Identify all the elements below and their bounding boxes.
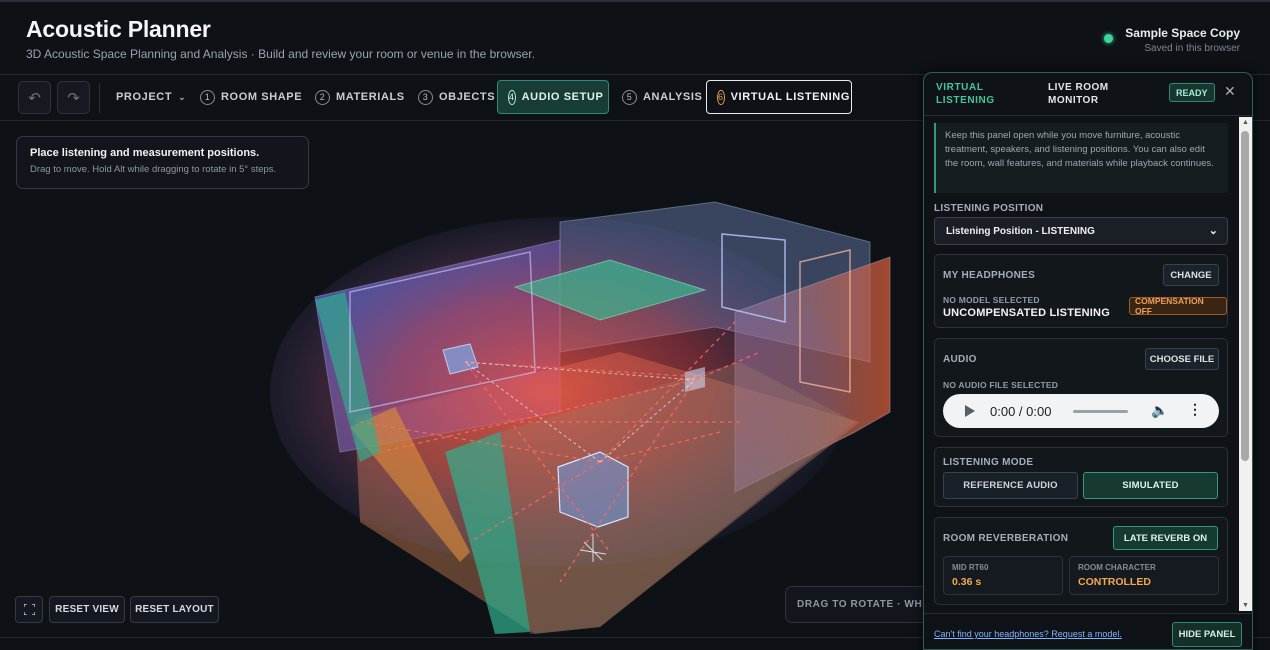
listening-position-label: LISTENING POSITION (934, 203, 1044, 214)
app-subtitle: 3D Acoustic Space Planning and Analysis … (26, 47, 535, 61)
tab-label: AUDIO SETUP (521, 91, 604, 103)
rotate-hint: DRAG TO ROTATE · WHEE (785, 586, 935, 623)
tab-label: ANALYSIS (643, 91, 703, 103)
app-title: Acoustic Planner (26, 16, 211, 42)
scrollbar-thumb[interactable] (1241, 131, 1249, 461)
tab-virtual-listening[interactable]: 6 VIRTUAL LISTENING (706, 80, 852, 114)
step-number: 3 (418, 89, 433, 105)
play-icon[interactable] (965, 405, 975, 417)
tab-label: VIRTUAL LISTENING (730, 91, 850, 103)
listening-position-value: Listening Position - LISTENING (946, 225, 1095, 237)
step-number: 1 (200, 89, 215, 105)
scroll-down-icon[interactable]: ▼ (1242, 602, 1249, 609)
tab-materials[interactable]: 2 MATERIALS (305, 80, 415, 114)
tab-label: MATERIALS (336, 91, 405, 103)
reference-audio-button[interactable]: REFERENCE AUDIO (943, 472, 1078, 499)
panel-scrollbar[interactable]: ▲ ▼ (1239, 117, 1252, 611)
listening-mode-title: LISTENING MODE (943, 457, 1034, 468)
more-options-icon[interactable]: ⋮ (1188, 401, 1202, 418)
step-number: 6 (717, 89, 725, 105)
change-headphones-button[interactable]: CHANGE (1163, 264, 1219, 286)
project-menu-label: PROJECT (116, 91, 173, 103)
undo-button[interactable]: ↶ (18, 81, 51, 114)
audio-card: AUDIO CHOOSE FILE NO AUDIO FILE SELECTED… (934, 338, 1228, 437)
simulated-button[interactable]: SIMULATED (1083, 472, 1218, 499)
reset-layout-button[interactable]: RESET LAYOUT (130, 596, 219, 623)
app-root: Acoustic Planner 3D Acoustic Space Plann… (0, 0, 1270, 650)
undo-icon: ↶ (28, 89, 41, 107)
tab-audio-setup[interactable]: 4 AUDIO SETUP (497, 80, 609, 114)
playback-time: 0:00 / 0:00 (990, 404, 1052, 419)
tab-label: OBJECTS (439, 91, 496, 103)
tab-analysis[interactable]: 5 ANALYSIS (612, 80, 712, 114)
save-status: Sample Space Copy Saved in this browser (1104, 26, 1240, 54)
chevron-down-icon: ⌄ (1208, 225, 1218, 237)
request-headphone-link[interactable]: Can't find your headphones? Request a mo… (934, 629, 1122, 639)
panel-footer: Can't find your headphones? Request a mo… (924, 613, 1252, 649)
choose-file-button[interactable]: CHOOSE FILE (1145, 348, 1219, 370)
virtual-listening-panel: VIRTUAL LISTENING LIVE ROOM MONITOR READ… (923, 72, 1253, 650)
hide-panel-button[interactable]: HIDE PANEL (1172, 622, 1242, 647)
project-menu[interactable]: PROJECT ⌄ (106, 80, 196, 114)
tab-virtual-listening-panel[interactable]: VIRTUAL LISTENING (936, 81, 1016, 107)
headphone-model-value: UNCOMPENSATED LISTENING (943, 307, 1110, 319)
panel-header: VIRTUAL LISTENING LIVE ROOM MONITOR READ… (924, 73, 1252, 116)
listening-chair (557, 451, 629, 528)
panel-notice: Keep this panel open while you move furn… (934, 123, 1228, 193)
chevron-down-icon: ⌄ (178, 91, 187, 102)
close-icon[interactable]: ✕ (1224, 83, 1236, 100)
reset-view-button[interactable]: RESET VIEW (49, 596, 125, 623)
late-reverb-toggle[interactable]: LATE REVERB ON (1113, 526, 1218, 550)
redo-icon: ↷ (67, 89, 80, 107)
audio-player[interactable]: 0:00 / 0:00 🔈 ⋮ (943, 394, 1219, 428)
tab-label: ROOM SHAPE (221, 91, 303, 103)
step-number: 2 (315, 89, 330, 105)
save-status-text: Saved in this browser (1144, 43, 1240, 54)
hint-title: Place listening and measurement position… (30, 147, 260, 159)
tab-objects[interactable]: 3 OBJECTS (408, 80, 505, 114)
room-character-value: CONTROLLED (1078, 576, 1151, 588)
listening-position-select[interactable]: Listening Position - LISTENING ⌄ (934, 217, 1228, 245)
fullscreen-icon (23, 604, 35, 615)
space-name: Sample Space Copy (1125, 26, 1240, 40)
compensation-badge: COMPENSATION OFF (1129, 296, 1227, 316)
step-number: 5 (622, 89, 637, 105)
scroll-up-icon[interactable]: ▲ (1242, 119, 1249, 126)
tab-room-shape[interactable]: 1 ROOM SHAPE (190, 80, 312, 114)
saved-status-dot-icon (1104, 34, 1114, 43)
rt60-value: 0.36 s (952, 576, 982, 588)
room-character-label: ROOM CHARACTER (1078, 563, 1156, 572)
hint-subtitle: Drag to move. Hold Alt while dragging to… (30, 164, 277, 175)
tab-live-room-monitor[interactable]: LIVE ROOM MONITOR (1048, 81, 1128, 107)
status-badge: READY (1169, 83, 1215, 102)
room-reverb-title: ROOM REVERBERATION (943, 533, 1069, 544)
redo-button[interactable]: ↷ (57, 81, 90, 114)
listening-mode-card: LISTENING MODE REFERENCE AUDIO SIMULATED (934, 447, 1228, 507)
audio-title: AUDIO (943, 354, 977, 365)
headphones-title: MY HEADPHONES (943, 270, 1036, 281)
toolbar-divider (99, 83, 100, 113)
step-number: 4 (508, 89, 516, 105)
panel-body[interactable]: Keep this panel open while you move furn… (924, 117, 1238, 611)
rt60-stat: MID RT60 0.36 s (943, 556, 1063, 595)
headphone-model-label: NO MODEL SELECTED (943, 295, 1040, 305)
audio-file-status: NO AUDIO FILE SELECTED (943, 380, 1059, 390)
room-3d-scene[interactable] (0, 122, 930, 636)
placement-hint: Place listening and measurement position… (16, 136, 309, 189)
rt60-label: MID RT60 (952, 563, 989, 572)
room-reverb-card: ROOM REVERBERATION LATE REVERB ON MID RT… (934, 517, 1228, 605)
volume-icon[interactable]: 🔈 (1151, 402, 1168, 419)
app-header: Acoustic Planner 3D Acoustic Space Plann… (0, 0, 1270, 74)
headphones-card: MY HEADPHONES CHANGE NO MODEL SELECTED U… (934, 254, 1228, 328)
fullscreen-button[interactable] (15, 596, 43, 623)
room-character-stat: ROOM CHARACTER CONTROLLED (1069, 556, 1219, 595)
playback-slider[interactable] (1073, 410, 1128, 413)
